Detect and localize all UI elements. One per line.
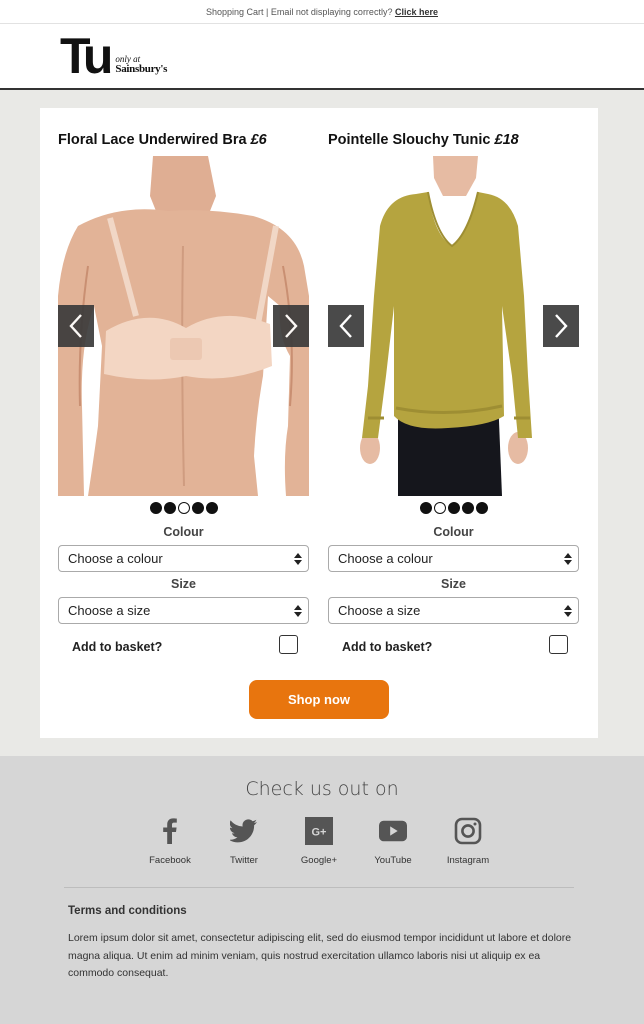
size-select-value: Choose a size bbox=[338, 603, 421, 618]
footer: Check us out on Facebook Twitter G+ Goog… bbox=[0, 756, 644, 1024]
tu-logo[interactable]: Tu only at Sainsbury's bbox=[60, 28, 168, 84]
social-link-google-plus[interactable]: G+ Google+ bbox=[279, 816, 359, 866]
carousel-dots bbox=[328, 502, 579, 516]
product-name: Pointelle Slouchy Tunic bbox=[328, 132, 495, 148]
add-to-basket-checkbox[interactable] bbox=[279, 635, 298, 654]
instagram-icon bbox=[454, 816, 482, 846]
add-to-basket-label: Add to basket? bbox=[72, 640, 163, 654]
colour-label: Colour bbox=[163, 525, 204, 539]
colour-select-value: Choose a colour bbox=[338, 551, 433, 566]
youtube-icon bbox=[379, 816, 407, 846]
social-link-facebook[interactable]: Facebook bbox=[130, 816, 210, 866]
carousel-dot[interactable] bbox=[205, 502, 218, 514]
carousel-dot[interactable] bbox=[447, 502, 460, 514]
product-image-tunic[interactable] bbox=[328, 156, 579, 496]
product-title: Pointelle Slouchy Tunic £18 bbox=[328, 132, 519, 148]
product-price: £6 bbox=[250, 132, 267, 148]
product-card: Floral Lace Underwired Bra £6 Colour Cho… bbox=[40, 108, 598, 738]
product-image-bra[interactable] bbox=[58, 156, 309, 496]
colour-select-value: Choose a colour bbox=[68, 551, 163, 566]
carousel-dot-active[interactable] bbox=[433, 502, 446, 514]
terms-heading: Terms and conditions bbox=[68, 905, 187, 917]
view-online-link[interactable]: Click here bbox=[395, 7, 438, 17]
size-label: Size bbox=[440, 577, 466, 591]
terms-text: Lorem ipsum dolor sit amet, consectetur … bbox=[68, 932, 572, 979]
colour-label: Colour bbox=[433, 525, 474, 539]
footer-divider bbox=[64, 887, 574, 888]
preheader-text: Shopping Cart | Email not displaying cor… bbox=[206, 7, 395, 17]
product-name: Floral Lace Underwired Bra bbox=[58, 132, 251, 148]
social-link-twitter[interactable]: Twitter bbox=[204, 816, 284, 866]
social-label: Google+ bbox=[300, 855, 338, 866]
carousel-next-button[interactable] bbox=[273, 305, 309, 347]
social-heading: Check us out on bbox=[245, 778, 399, 800]
carousel-next-button[interactable] bbox=[543, 305, 579, 347]
chevron-right-icon bbox=[555, 314, 568, 338]
carousel-dot[interactable] bbox=[163, 502, 176, 514]
social-label: Facebook bbox=[149, 855, 191, 866]
chevron-right-icon bbox=[285, 314, 298, 338]
select-caret-icon bbox=[294, 553, 302, 565]
select-caret-icon bbox=[564, 605, 572, 617]
size-select-value: Choose a size bbox=[68, 603, 151, 618]
facebook-icon bbox=[156, 816, 184, 846]
size-select[interactable]: Choose a size bbox=[328, 597, 579, 624]
carousel-dots bbox=[58, 502, 309, 516]
social-link-youtube[interactable]: YouTube bbox=[353, 816, 433, 866]
social-label: Instagram bbox=[446, 855, 490, 866]
social-link-instagram[interactable]: Instagram bbox=[428, 816, 508, 866]
add-to-basket-label: Add to basket? bbox=[342, 640, 433, 654]
colour-select[interactable]: Choose a colour bbox=[328, 545, 579, 572]
logo-sainsburys: Sainsbury's bbox=[115, 63, 168, 75]
social-label: Twitter bbox=[230, 855, 258, 866]
carousel-dot[interactable] bbox=[191, 502, 204, 514]
logo-tu-text: Tu bbox=[60, 28, 113, 84]
preheader-bar: Shopping Cart | Email not displaying cor… bbox=[0, 0, 644, 24]
carousel-prev-button[interactable] bbox=[328, 305, 364, 347]
carousel-dot-active[interactable] bbox=[177, 502, 190, 514]
size-select[interactable]: Choose a size bbox=[58, 597, 309, 624]
colour-select[interactable]: Choose a colour bbox=[58, 545, 309, 572]
logo-subtitle: only at Sainsbury's bbox=[115, 54, 168, 75]
add-to-basket-checkbox[interactable] bbox=[549, 635, 568, 654]
chevron-left-icon bbox=[339, 314, 352, 338]
size-label: Size bbox=[170, 577, 196, 591]
product-price: £18 bbox=[494, 132, 519, 148]
social-label: YouTube bbox=[374, 855, 412, 866]
google-plus-icon: G+ bbox=[305, 816, 333, 846]
svg-text:G+: G+ bbox=[312, 827, 327, 839]
carousel-dot[interactable] bbox=[475, 502, 488, 514]
carousel-dot[interactable] bbox=[461, 502, 474, 514]
email-header: Tu only at Sainsbury's bbox=[0, 24, 644, 90]
carousel-dot[interactable] bbox=[149, 502, 162, 514]
select-caret-icon bbox=[294, 605, 302, 617]
shop-now-button[interactable]: Shop now bbox=[249, 680, 389, 719]
twitter-icon bbox=[230, 816, 258, 846]
carousel-prev-button[interactable] bbox=[58, 305, 94, 347]
select-caret-icon bbox=[564, 553, 572, 565]
chevron-left-icon bbox=[69, 314, 82, 338]
product-title: Floral Lace Underwired Bra £6 bbox=[58, 132, 267, 148]
carousel-dot[interactable] bbox=[419, 502, 432, 514]
